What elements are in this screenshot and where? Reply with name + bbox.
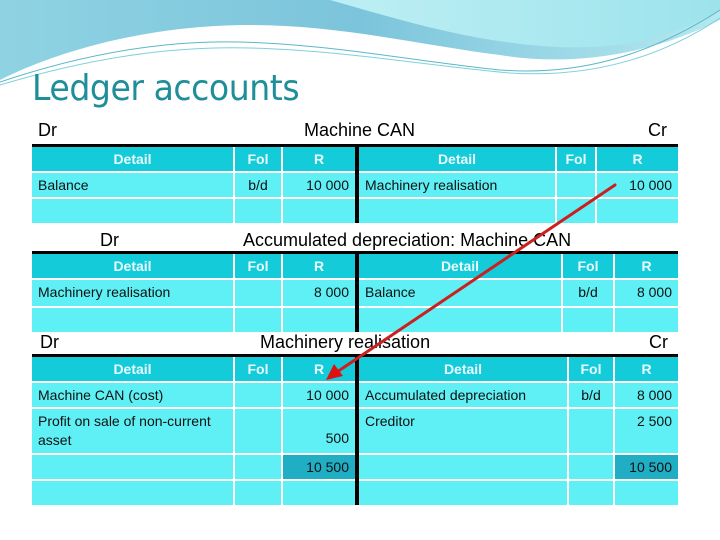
header-fol: Fol: [557, 147, 595, 171]
credit-fol: b/d: [569, 383, 613, 407]
account-name: Accumulated depreciation: Machine CAN: [243, 230, 572, 250]
header-detail: Detail: [359, 357, 567, 381]
debit-detail: Balance: [32, 173, 233, 197]
credit-fol: [563, 308, 613, 332]
slide-title: Ledger accounts: [32, 68, 300, 109]
debit-fol: [235, 199, 281, 223]
account-name: Machine CAN: [304, 120, 416, 140]
debit-amount: [283, 481, 355, 505]
header-detail: Detail: [32, 254, 233, 278]
credit-detail: Accumulated depreciation: [359, 383, 567, 407]
header-amount: R: [283, 147, 355, 171]
debit-fol: [235, 383, 281, 407]
credit-detail: [359, 455, 567, 479]
credit-fol: [569, 455, 613, 479]
header-fol: Fol: [235, 357, 281, 381]
credit-amount: [597, 199, 678, 223]
credit-detail: [359, 199, 555, 223]
header-fol: Fol: [569, 357, 613, 381]
credit-detail: Machinery realisation: [359, 173, 555, 197]
credit-fol: [569, 481, 613, 505]
debit-fol: [235, 409, 281, 453]
account-header: Dr Accumulated depreciation: Machine CAN…: [32, 228, 678, 274]
header-fol: Fol: [235, 254, 281, 278]
header-amount: R: [283, 254, 355, 278]
t-account-divider: [355, 147, 359, 223]
credit-amount: 8 000: [615, 383, 678, 407]
credit-amount: 10 000: [597, 173, 678, 197]
debit-detail: [32, 308, 233, 332]
debit-amount: [283, 199, 355, 223]
header-amount: R: [283, 357, 355, 381]
header-amount: R: [615, 357, 678, 381]
credit-detail: Balance: [359, 280, 561, 306]
debit-label: Dr: [40, 332, 59, 352]
debit-detail: Profit on sale of non-current asset: [32, 409, 233, 453]
header-detail: Detail: [359, 254, 561, 278]
credit-label: Cr: [648, 120, 667, 140]
debit-fol: [235, 280, 281, 306]
debit-detail: Machinery realisation: [32, 280, 233, 306]
credit-detail: Creditor: [359, 409, 567, 453]
debit-detail: [32, 481, 233, 505]
credit-amount: 2 500: [615, 409, 678, 453]
debit-label: Dr: [38, 120, 57, 140]
header-amount: R: [597, 147, 678, 171]
debit-fol: [235, 455, 281, 479]
t-account-divider: [355, 254, 359, 332]
credit-fol: b/d: [563, 280, 613, 306]
credit-total: 10 500: [615, 455, 678, 479]
debit-fol: [235, 481, 281, 505]
header-amount: R: [615, 254, 678, 278]
credit-amount: [615, 308, 678, 332]
debit-label: Dr: [100, 230, 119, 250]
debit-amount: 500: [283, 409, 355, 453]
header-fol: Fol: [563, 254, 613, 278]
credit-amount: 8 000: [615, 280, 678, 306]
debit-total: 10 500: [283, 455, 355, 479]
debit-fol: b/d: [235, 173, 281, 197]
credit-fol: [569, 409, 613, 453]
header-fol: Fol: [235, 147, 281, 171]
debit-detail: Machine CAN (cost): [32, 383, 233, 407]
debit-detail: [32, 199, 233, 223]
credit-amount: [615, 481, 678, 505]
account-name: Machinery realisation: [260, 332, 431, 352]
debit-fol: [235, 308, 281, 332]
header-detail: Detail: [32, 147, 233, 171]
t-account-divider: [355, 357, 359, 505]
debit-amount: [283, 308, 355, 332]
debit-amount: 10 000: [283, 173, 355, 197]
debit-amount: 10 000: [283, 383, 355, 407]
credit-detail: [359, 481, 567, 505]
credit-fol: [557, 199, 595, 223]
credit-detail: [359, 308, 561, 332]
credit-fol: [557, 173, 595, 197]
account-header: Dr Machinery realisation Cr: [32, 332, 678, 356]
debit-amount: 8 000: [283, 280, 355, 306]
header-detail: Detail: [32, 357, 233, 381]
header-detail: Detail: [359, 147, 555, 171]
account-header: Dr Machine CAN Cr: [32, 120, 678, 144]
debit-detail: [32, 455, 233, 479]
credit-label: Cr: [649, 332, 668, 352]
